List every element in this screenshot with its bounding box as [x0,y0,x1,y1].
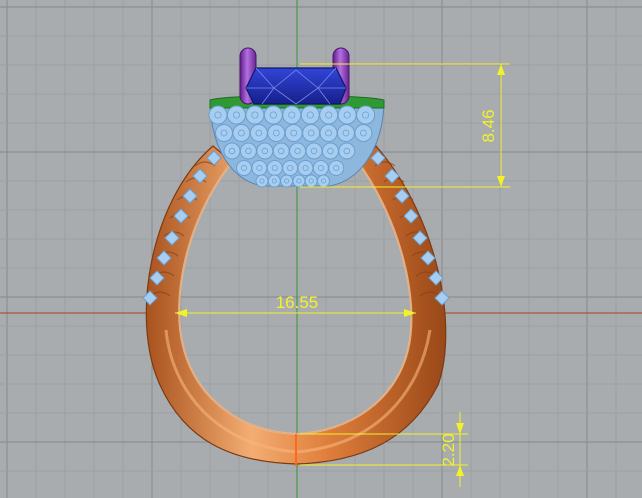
halo-diamond [317,174,330,188]
ring-model-canvas[interactable]: 8.46 16.55 2.20 [0,0,642,498]
halo-diamond [232,124,251,142]
width-dimension-label: 16.55 [276,293,319,312]
halo-diamond [215,124,233,142]
halo-diamond [249,124,268,142]
halo-diamond [245,105,265,125]
halo-diamond [251,160,268,176]
halo-diamond [328,160,345,176]
halo-diamond [208,105,228,125]
halo-diamond [272,142,290,160]
halo-head[interactable] [208,95,385,188]
halo-diamond [255,174,269,188]
halo-diamond [354,124,373,142]
halo-diamond [280,174,294,188]
halo-diamond [304,174,318,188]
halo-diamond [297,160,314,176]
halo-diamond [302,124,321,142]
halo-diamond [336,124,355,142]
halo-diamond [267,174,281,188]
rhino-viewport[interactable]: 8.46 16.55 2.20 [0,0,642,498]
halo-diamond [223,142,241,160]
halo-diamond [300,105,320,125]
halo-diamond [305,142,323,160]
height-dimension-label: 8.46 [479,109,498,142]
shank-arrow-top [456,423,464,434]
halo-diamond [319,124,338,142]
halo-diamond [289,142,307,160]
halo-diamond [292,174,306,188]
halo-diamond [284,124,303,142]
halo-diamond [321,142,339,160]
height-arrow-top [497,64,505,75]
halo-diamond [226,105,246,125]
halo-diamond [282,105,302,125]
shank-dimension-label: 2.20 [439,433,458,466]
halo-diamond [356,105,376,125]
halo-diamond [319,105,339,125]
halo-diamond [267,124,286,142]
halo-diamond [263,105,283,125]
halo-diamond [337,105,357,125]
halo-diamond [312,160,329,176]
halo-diamond [256,142,274,160]
halo-diamond [338,142,356,160]
center-stone[interactable] [245,67,347,105]
halo-diamond [236,160,252,176]
halo-diamond [266,160,283,176]
halo-diamond [282,160,299,176]
halo-diamond [239,142,257,160]
